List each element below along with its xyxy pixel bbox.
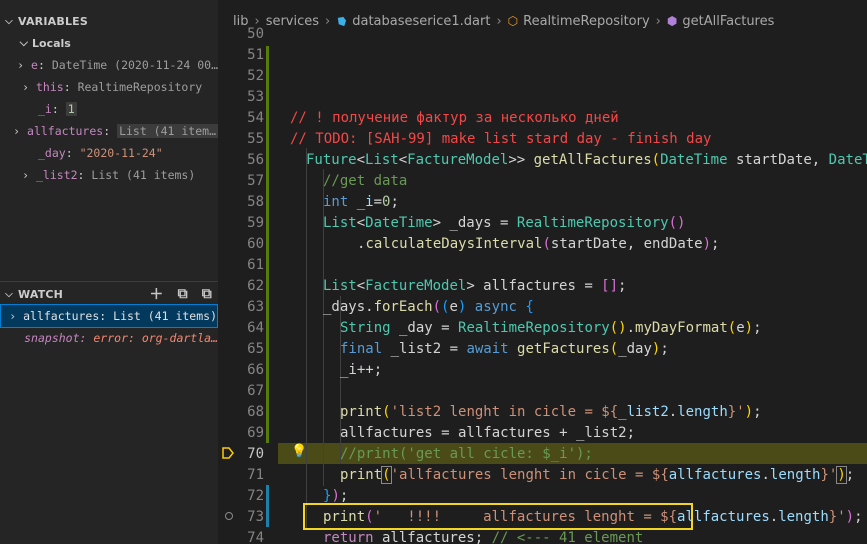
- watch-item-allfactures[interactable]: › allfactures: List (41 items): [0, 304, 218, 328]
- variable-list2[interactable]: › _list2: List (41 items): [0, 164, 218, 186]
- line-number: 58: [247, 194, 264, 210]
- chevron-right-icon: ›: [18, 58, 24, 72]
- line-number: 64: [247, 320, 264, 336]
- line-number: 68: [247, 404, 264, 420]
- debug-sidebar: ⌵ VARIABLES ⌵ Locals › e: DateTime (2020…: [0, 0, 218, 544]
- variables-title: VARIABLES: [18, 14, 88, 28]
- variable-e[interactable]: › e: DateTime (2020-11-24 00…: [0, 54, 218, 76]
- variable-name: _list2: [36, 168, 78, 182]
- line-number: 55: [247, 131, 264, 147]
- section-divider: [0, 281, 218, 282]
- line-number: 66: [247, 362, 264, 378]
- line-number: 65: [247, 341, 264, 357]
- variable-name: e: [31, 58, 38, 72]
- line-number: 56: [247, 152, 264, 168]
- line-number: 51: [247, 47, 264, 63]
- line-number: 59: [247, 215, 264, 231]
- line-number: 54: [247, 110, 264, 126]
- chevron-down-icon: ⌵: [5, 15, 13, 27]
- chevron-down-icon: ⌵: [5, 288, 13, 300]
- locals-label: Locals: [32, 36, 71, 50]
- watch-error-value: error: org-dartla…: [93, 331, 218, 345]
- variables-section-header[interactable]: ⌵ VARIABLES: [0, 10, 218, 32]
- watch-expression: snapshot: [24, 331, 80, 345]
- watch-title: WATCH: [18, 287, 64, 301]
- variable-i[interactable]: _i: 1: [0, 98, 218, 120]
- watch-expression: allfactures: [23, 309, 100, 323]
- line-number: 73: [247, 509, 264, 525]
- variable-value: DateTime (2020-11-24 00…: [51, 58, 218, 72]
- remove-all-icon[interactable]: ⧉: [202, 286, 212, 302]
- line-number: 63: [247, 299, 264, 315]
- watch-item-snapshot[interactable]: snapshot: error: org-dartla…: [0, 327, 218, 349]
- chevron-right-icon: ›: [23, 168, 28, 182]
- variable-name: _i: [38, 102, 52, 116]
- watch-section-header[interactable]: ⌵ WATCH ＋ ⧉ ⧉: [0, 283, 218, 305]
- variable-allfactures[interactable]: › allfactures: List (41 item…: [0, 120, 218, 142]
- line-number: 60: [247, 236, 264, 252]
- line-number: 52: [247, 68, 264, 84]
- annotation-highlight-box: [303, 503, 693, 530]
- watch-value: List (41 items): [113, 309, 217, 323]
- chevron-down-icon: ⌵: [19, 36, 28, 49]
- chevron-right-icon: ›: [23, 80, 28, 94]
- variable-value: List (41 items): [91, 168, 196, 182]
- line-number: 69: [247, 425, 264, 441]
- line-number: 74: [247, 530, 264, 544]
- add-icon[interactable]: ＋: [149, 284, 163, 304]
- variable-name: _day: [38, 146, 66, 160]
- code-editor[interactable]: lib › services › databaseserice1.dart › …: [218, 0, 867, 544]
- variable-value: 1: [65, 102, 77, 116]
- variable-value: List (41 item…: [117, 124, 218, 138]
- line-number: 67: [247, 383, 264, 399]
- line-number-current: 70: [247, 446, 264, 462]
- line-number: 62: [247, 278, 264, 294]
- line-number: 50: [247, 26, 264, 42]
- variable-name: allfactures: [27, 124, 104, 138]
- line-number: 57: [247, 173, 264, 189]
- line-number: 53: [247, 89, 264, 105]
- line-number: 61: [247, 257, 264, 273]
- chevron-right-icon: ›: [10, 309, 16, 323]
- variable-value: "2020-11-24": [79, 146, 163, 160]
- variable-value: RealtimeRepository: [77, 80, 203, 94]
- line-number: 71: [247, 467, 264, 483]
- variable-day[interactable]: _day: "2020-11-24": [0, 142, 218, 164]
- locals-scope[interactable]: ⌵ Locals: [0, 32, 218, 54]
- variable-this[interactable]: › this: RealtimeRepository: [0, 76, 218, 98]
- variable-name: this: [36, 80, 64, 94]
- line-number: 72: [247, 488, 264, 504]
- chevron-right-icon: ›: [14, 124, 20, 138]
- collapse-all-icon[interactable]: ⧉: [178, 286, 188, 302]
